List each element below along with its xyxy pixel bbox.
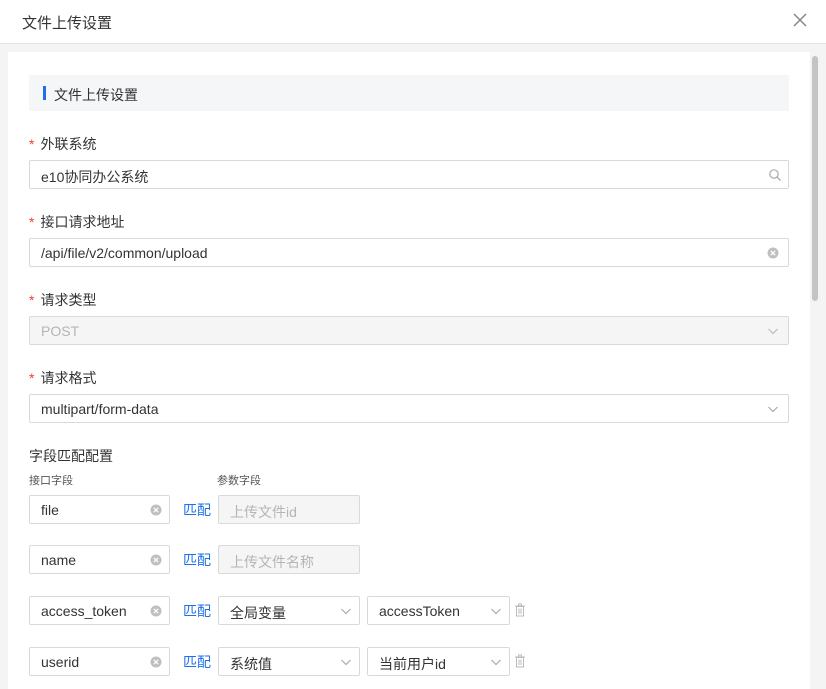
section-accent-bar [43,86,46,100]
interface-field-value: userid [41,654,80,670]
request-type-select[interactable]: POST [29,316,789,345]
match-button[interactable]: 匹配 [183,652,211,672]
interface-field-value: name [41,552,77,568]
param-field-value: 上传文件id [230,504,297,520]
dialog-title: 文件上传设置 [22,15,113,32]
trash-icon[interactable] [514,603,526,617]
param-field-header: 参数字段 [217,475,261,487]
external-system-field[interactable]: e10协同办公系统 [29,160,789,189]
chevron-down-icon [341,659,351,666]
interface-field-input[interactable]: access_token [29,596,170,625]
interface-field-value: file [41,502,59,518]
chevron-down-icon [341,608,351,615]
variable-value: 当前用户id [379,656,446,672]
required-mark: * [29,370,35,386]
param-field-input: 上传文件名称 [218,545,360,574]
dialog-header: 文件上传设置 [0,0,826,44]
close-icon[interactable] [790,10,810,30]
interface-field-header: 接口字段 [29,475,73,487]
clear-icon[interactable] [149,553,163,567]
clear-icon[interactable] [149,503,163,517]
request-type-value: POST [41,323,80,339]
required-mark: * [29,214,35,230]
required-mark: * [29,136,35,152]
request-format-label: * 请求格式 [29,370,97,386]
trash-icon[interactable] [514,654,526,668]
section-title: 文件上传设置 [54,87,138,103]
value-type-value: 全局变量 [230,605,286,621]
scrollbar[interactable] [810,52,820,689]
chevron-down-icon [768,406,778,413]
variable-value: accessToken [379,603,460,619]
interface-field-input[interactable]: file [29,495,170,524]
chevron-down-icon [491,659,501,666]
request-type-label: * 请求类型 [29,292,97,308]
field-mapping-title: 字段匹配配置 [29,448,113,464]
value-type-select[interactable]: 全局变量 [218,596,360,625]
clear-icon[interactable] [149,655,163,669]
request-format-select[interactable]: multipart/form-data [29,394,789,423]
value-type-value: 系统值 [230,656,272,672]
chevron-down-icon [491,608,501,615]
request-url-label: * 接口请求地址 [29,214,125,230]
match-button[interactable]: 匹配 [183,601,211,621]
search-icon[interactable] [768,168,782,182]
variable-select[interactable]: accessToken [367,596,510,625]
interface-field-value: access_token [41,603,127,619]
chevron-down-icon [768,328,778,335]
interface-field-input[interactable]: name [29,545,170,574]
variable-select[interactable]: 当前用户id [367,647,510,676]
section-header: 文件上传设置 [29,75,789,111]
request-url-field[interactable]: /api/file/v2/common/upload [29,238,789,267]
required-mark: * [29,292,35,308]
param-field-input: 上传文件id [218,495,360,524]
match-button[interactable]: 匹配 [183,550,211,570]
settings-card: 文件上传设置 * 外联系统 e10协同办公系统 * 接口请求地址 /api/file… [8,52,810,689]
interface-field-input[interactable]: userid [29,647,170,676]
match-button[interactable]: 匹配 [183,500,211,520]
request-format-value: multipart/form-data [41,401,159,417]
request-url-value: /api/file/v2/common/upload [41,245,208,261]
scrollbar-thumb[interactable] [812,56,818,301]
external-system-value: e10协同办公系统 [41,169,149,185]
value-type-select[interactable]: 系统值 [218,647,360,676]
external-system-label: * 外联系统 [29,136,97,152]
param-field-value: 上传文件名称 [230,554,314,570]
clear-icon[interactable] [766,246,780,260]
clear-icon[interactable] [149,604,163,618]
